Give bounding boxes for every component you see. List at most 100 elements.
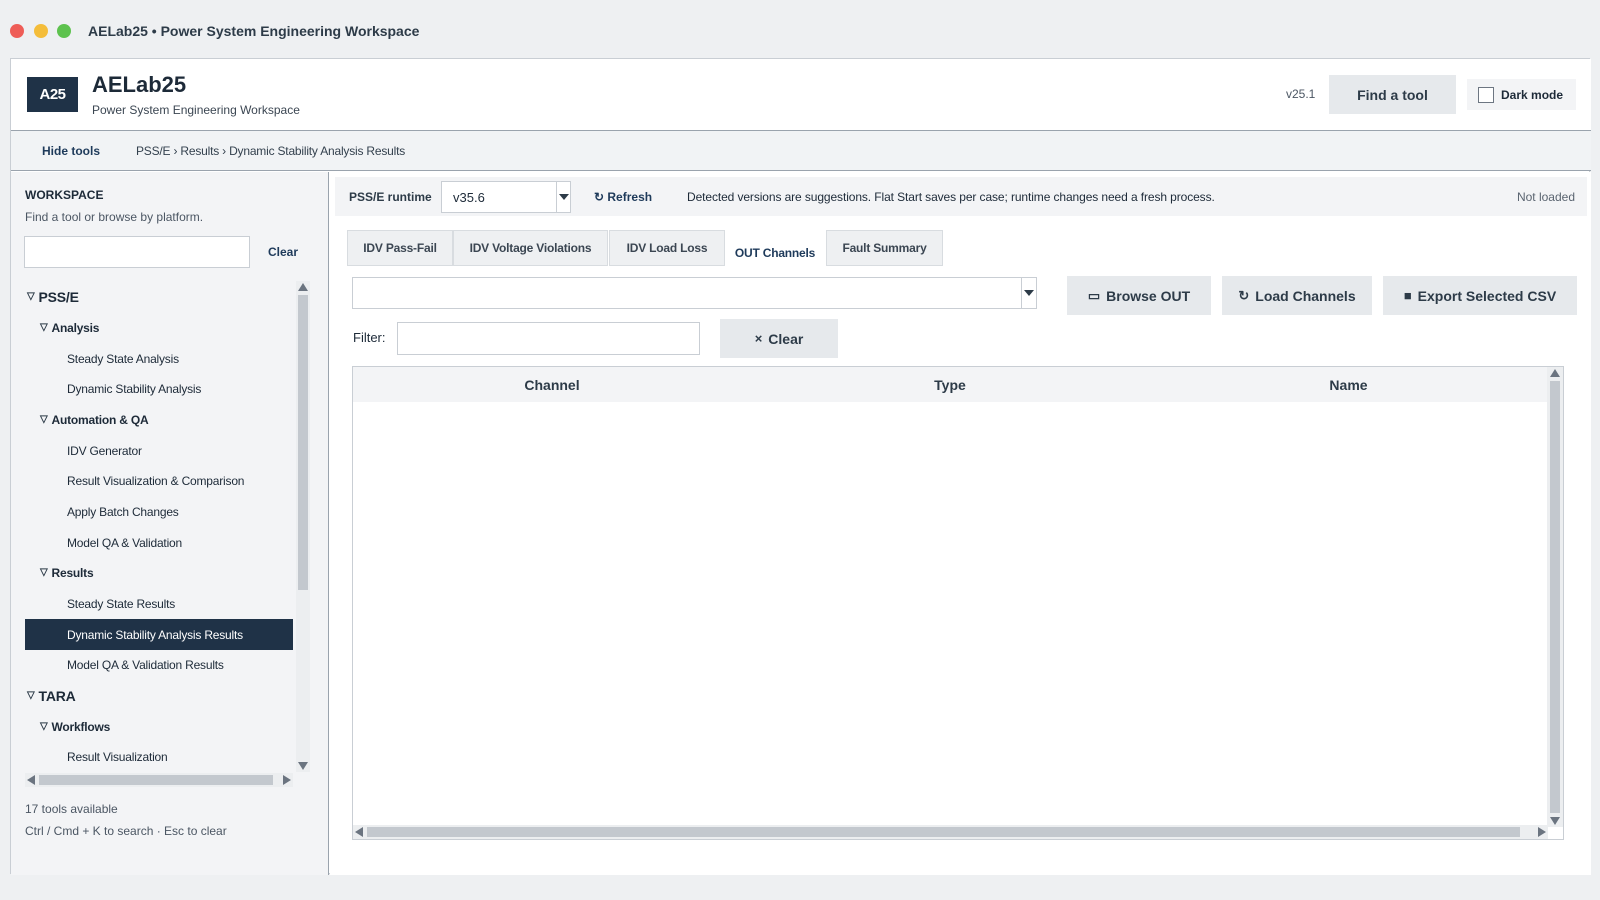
tool-search-input[interactable] bbox=[24, 236, 250, 268]
tree-node-label: PSS/E bbox=[38, 288, 79, 305]
tree-node-label: Automation & QA bbox=[51, 412, 149, 427]
tree-item-label: Dynamic Stability Analysis bbox=[67, 381, 202, 396]
find-tool-button[interactable]: Find a tool bbox=[1329, 75, 1456, 114]
scroll-thumb[interactable] bbox=[1550, 381, 1560, 813]
tree-item-dynamic-stability-analysis[interactable]: Dynamic Stability Analysis bbox=[25, 373, 293, 404]
runtime-label: PSS/E runtime bbox=[349, 190, 432, 204]
clear-filter-button[interactable]: × Clear bbox=[720, 319, 838, 358]
refresh-label: Refresh bbox=[607, 190, 653, 204]
minimize-window-button[interactable] bbox=[34, 24, 48, 38]
filter-input[interactable] bbox=[397, 322, 700, 355]
shortcut-hint: Ctrl / Cmd + K to search · Esc to clear bbox=[25, 824, 227, 838]
column-header-channel[interactable]: Channel bbox=[353, 377, 751, 393]
triangle-down-icon[interactable]: ▽ bbox=[27, 291, 35, 302]
tree-item-model-qa-validation[interactable]: Model QA & Validation bbox=[25, 527, 293, 558]
dark-mode-checkbox[interactable] bbox=[1478, 86, 1494, 103]
window-titlebar: AELab25 • Power System Engineering Works… bbox=[0, 14, 1600, 48]
scroll-down-arrow-icon[interactable] bbox=[1550, 817, 1560, 825]
tree-vertical-scrollbar[interactable] bbox=[296, 281, 310, 772]
channels-table[interactable]: Channel Type Name bbox=[352, 366, 1564, 840]
scroll-left-arrow-icon[interactable] bbox=[355, 827, 363, 837]
chevron-down-icon[interactable] bbox=[556, 182, 570, 212]
clear-filter-label: Clear bbox=[768, 330, 804, 347]
tree-item-label: Steady State Analysis bbox=[67, 351, 179, 366]
hide-tools-button[interactable]: Hide tools bbox=[42, 144, 100, 158]
scroll-up-arrow-icon[interactable] bbox=[1550, 369, 1560, 377]
tree-node-analysis[interactable]: ▽ Analysis bbox=[25, 312, 293, 343]
tree-node-label: Workflows bbox=[51, 719, 111, 734]
scroll-up-arrow-icon[interactable] bbox=[298, 283, 308, 291]
tree-item-label: Model QA & Validation bbox=[67, 535, 182, 550]
refresh-button[interactable]: ↻ Refresh bbox=[594, 190, 652, 204]
tree-item-label: Dynamic Stability Analysis Results bbox=[67, 627, 243, 642]
tree-item-model-qa-validation-results[interactable]: Model QA & Validation Results bbox=[25, 649, 293, 680]
toolbar: Hide tools PSS/E › Results › Dynamic Sta… bbox=[11, 131, 1591, 171]
scroll-thumb[interactable] bbox=[367, 827, 1520, 837]
export-csv-button[interactable]: ■ Export Selected CSV bbox=[1383, 276, 1577, 315]
tree-item-label: Model QA & Validation Results bbox=[67, 657, 224, 672]
scroll-thumb[interactable] bbox=[298, 295, 308, 590]
tab-idv-load-loss[interactable]: IDV Load Loss bbox=[609, 230, 725, 266]
tree-node-results[interactable]: ▽ Results bbox=[25, 557, 293, 588]
square-icon: ■ bbox=[1403, 288, 1412, 303]
refresh-icon: ↻ bbox=[1238, 287, 1250, 303]
tree-node-tara[interactable]: ▽ TARA bbox=[25, 680, 293, 711]
filter-label: Filter: bbox=[353, 330, 386, 345]
chevron-down-icon[interactable] bbox=[1021, 278, 1036, 308]
scroll-left-arrow-icon[interactable] bbox=[27, 775, 35, 785]
refresh-icon: ↻ bbox=[594, 190, 608, 204]
triangle-down-icon[interactable]: ▽ bbox=[40, 322, 48, 333]
triangle-down-icon[interactable]: ▽ bbox=[27, 690, 35, 701]
table-vertical-scrollbar[interactable] bbox=[1547, 367, 1563, 827]
triangle-down-icon[interactable]: ▽ bbox=[40, 414, 48, 425]
tool-count: 17 tools available bbox=[25, 802, 118, 816]
tree-node-label: Results bbox=[51, 565, 94, 580]
app-logo: A25 bbox=[27, 77, 78, 112]
tree-item-idv-generator[interactable]: IDV Generator bbox=[25, 435, 293, 466]
tab-fault-summary[interactable]: Fault Summary bbox=[826, 230, 943, 266]
tree-item-apply-batch-changes[interactable]: Apply Batch Changes bbox=[25, 496, 293, 527]
scroll-right-arrow-icon[interactable] bbox=[283, 775, 291, 785]
tool-tree: ▽ PSS/E ▽ Analysis Steady State Analysis D… bbox=[25, 281, 293, 771]
scroll-thumb[interactable] bbox=[39, 775, 273, 785]
tree-item-label: Result Visualization bbox=[67, 749, 168, 764]
tree-item-steady-state-results[interactable]: Steady State Results bbox=[25, 588, 293, 619]
tree-node-workflows[interactable]: ▽ Workflows bbox=[25, 711, 293, 742]
out-file-select[interactable] bbox=[352, 277, 1037, 309]
load-channels-button[interactable]: ↻ Load Channels bbox=[1222, 276, 1372, 315]
tree-horizontal-scrollbar[interactable] bbox=[25, 773, 293, 787]
tree-item-dynamic-stability-analysis-results[interactable]: Dynamic Stability Analysis Results bbox=[25, 619, 293, 650]
column-header-type[interactable]: Type bbox=[751, 377, 1149, 393]
tree-item-result-visualization-comparison[interactable]: Result Visualization & Comparison bbox=[25, 465, 293, 496]
tree-item-label: Result Visualization & Comparison bbox=[67, 473, 245, 488]
scroll-right-arrow-icon[interactable] bbox=[1538, 827, 1546, 837]
tree-node-pss-e[interactable]: ▽ PSS/E bbox=[25, 281, 293, 312]
x-icon: × bbox=[754, 331, 763, 346]
breadcrumb: PSS/E › Results › Dynamic Stability Anal… bbox=[136, 144, 406, 158]
zoom-window-button[interactable] bbox=[57, 24, 71, 38]
app-header: A25 AELab25 Power System Engineering Wor… bbox=[11, 59, 1591, 131]
triangle-down-icon[interactable]: ▽ bbox=[40, 721, 48, 732]
tree-item-label: Apply Batch Changes bbox=[67, 504, 179, 519]
runtime-version-select[interactable]: v35.6 bbox=[441, 181, 571, 213]
browse-out-button[interactable]: ▭ Browse OUT bbox=[1067, 276, 1211, 315]
triangle-down-icon[interactable]: ▽ bbox=[40, 567, 48, 578]
tab-idv-voltage-violations[interactable]: IDV Voltage Violations bbox=[453, 230, 608, 266]
app-subtitle: Power System Engineering Workspace bbox=[92, 103, 300, 117]
tab-out-channels[interactable]: OUT Channels bbox=[725, 240, 825, 266]
browse-out-label: Browse OUT bbox=[1106, 287, 1191, 304]
search-clear-button[interactable]: Clear bbox=[268, 245, 298, 259]
load-channels-label: Load Channels bbox=[1255, 287, 1356, 304]
column-header-name[interactable]: Name bbox=[1149, 377, 1548, 393]
tree-item-steady-state-analysis[interactable]: Steady State Analysis bbox=[25, 343, 293, 374]
scroll-down-arrow-icon[interactable] bbox=[298, 762, 308, 770]
folder-icon: ▭ bbox=[1087, 287, 1101, 303]
table-header: Channel Type Name bbox=[353, 367, 1548, 402]
tab-idv-pass-fail[interactable]: IDV Pass-Fail bbox=[347, 230, 453, 266]
table-horizontal-scrollbar[interactable] bbox=[353, 825, 1548, 839]
tree-item-result-visualization[interactable]: Result Visualization bbox=[25, 741, 293, 771]
dark-mode-toggle[interactable]: Dark mode bbox=[1467, 79, 1576, 110]
sidebar: WORKSPACE Find a tool or browse by platf… bbox=[11, 172, 329, 875]
close-window-button[interactable] bbox=[10, 24, 24, 38]
tree-node-automation-qa[interactable]: ▽ Automation & QA bbox=[25, 404, 293, 435]
